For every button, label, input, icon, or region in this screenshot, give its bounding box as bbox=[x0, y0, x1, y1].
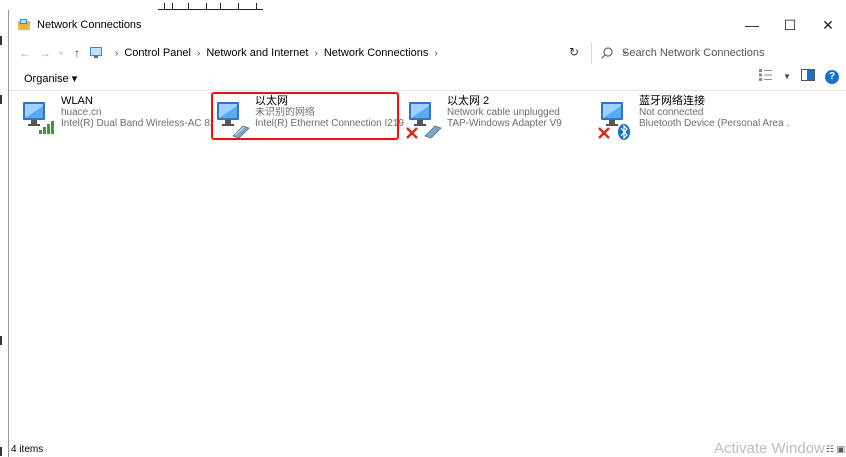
organise-menu-button[interactable]: Organise ▾ bbox=[24, 72, 77, 85]
connection-item-bluetooth[interactable]: 蓝牙网络连接 Not connected Bluetooth Device (P… bbox=[593, 96, 789, 144]
connection-network: huace.cn bbox=[61, 107, 102, 118]
navigation-bar: ← → ˅ ↑ › Control Panel › Network and In… bbox=[9, 40, 846, 66]
bluetooth-adapter-icon bbox=[598, 102, 630, 140]
help-icon[interactable]: ? bbox=[825, 69, 839, 84]
connection-network: Network cable unplugged bbox=[447, 107, 560, 118]
network-connections-window: Network Connections — ☐ ✕ ← → ˅ ↑ › Cont… bbox=[8, 10, 846, 457]
refresh-icon[interactable]: ↻ bbox=[563, 42, 585, 62]
connection-item-wlan[interactable]: WLAN huace.cn Intel(R) Dual Band Wireles… bbox=[15, 96, 211, 144]
title-bar[interactable]: Network Connections — ☐ ✕ bbox=[9, 10, 846, 40]
recent-chevron-icon[interactable]: ˅ bbox=[53, 49, 69, 58]
window-title: Network Connections bbox=[37, 19, 142, 31]
details-view-icon[interactable]: ☷ ▣ bbox=[826, 444, 845, 455]
breadcrumb-network-and-internet[interactable]: Network and Internet bbox=[206, 47, 308, 59]
wifi-adapter-icon bbox=[23, 102, 54, 134]
search-icon bbox=[601, 47, 613, 59]
ethernet-adapter-icon bbox=[217, 102, 250, 139]
background-window-fragment bbox=[0, 0, 846, 10]
connection-adapter: Intel(R) Dual Band Wireless-AC 82... bbox=[61, 118, 211, 129]
close-button[interactable]: ✕ bbox=[809, 10, 846, 40]
control-panel-icon bbox=[89, 45, 103, 62]
left-edge-mark bbox=[0, 36, 2, 45]
preview-pane-icon[interactable] bbox=[801, 69, 815, 84]
left-edge-mark bbox=[0, 447, 2, 456]
connection-item-ethernet-2[interactable]: 以太网 2 Network cable unplugged TAP-Window… bbox=[401, 96, 591, 144]
background-text-fragment bbox=[158, 0, 263, 10]
address-bar[interactable]: › Control Panel › Network and Internet ›… bbox=[89, 42, 629, 64]
breadcrumb-separator-icon: › bbox=[314, 47, 318, 59]
breadcrumb-separator-icon: › bbox=[115, 47, 119, 59]
view-dropdown-icon[interactable]: ▼ bbox=[783, 72, 791, 81]
up-arrow-icon[interactable]: ↑ bbox=[69, 46, 85, 60]
connection-network: 未识别的网络 bbox=[255, 107, 315, 118]
connection-network: Not connected bbox=[639, 107, 704, 118]
forward-arrow-icon[interactable]: → bbox=[37, 46, 53, 60]
breadcrumb-network-connections[interactable]: Network Connections bbox=[324, 47, 429, 59]
connection-item-ethernet[interactable]: 以太网 未识别的网络 Intel(R) Ethernet Connection … bbox=[209, 96, 405, 144]
ethernet-adapter-disconnected-icon bbox=[406, 102, 442, 139]
connection-name: 以太网 2 bbox=[447, 95, 490, 107]
command-bar: Organise ▾ ▼ ? bbox=[9, 66, 846, 91]
connection-name: WLAN bbox=[61, 95, 93, 107]
left-edge-mark bbox=[0, 336, 2, 345]
activate-windows-watermark: Activate Window bbox=[714, 440, 825, 457]
back-arrow-icon[interactable]: ← bbox=[17, 46, 33, 60]
connections-list: WLAN huace.cn Intel(R) Dual Band Wireles… bbox=[9, 90, 846, 430]
left-edge-mark bbox=[0, 95, 2, 104]
breadcrumb-control-panel[interactable]: Control Panel bbox=[124, 47, 191, 59]
change-view-icon[interactable] bbox=[759, 69, 773, 84]
connection-name: 以太网 bbox=[255, 95, 288, 107]
breadcrumb-separator-icon: › bbox=[197, 47, 201, 59]
connection-name: 蓝牙网络连接 bbox=[639, 95, 705, 107]
connection-adapter: Bluetooth Device (Personal Area ... bbox=[639, 118, 789, 129]
status-bar: 4 items Activate Window ☷ ▣ bbox=[9, 440, 846, 457]
maximize-button[interactable]: ☐ bbox=[771, 10, 809, 40]
breadcrumb-separator-icon[interactable]: › bbox=[434, 48, 437, 59]
connection-adapter: TAP-Windows Adapter V9 bbox=[447, 118, 562, 129]
network-folder-icon bbox=[17, 18, 31, 32]
search-placeholder: Search Network Connections bbox=[622, 47, 765, 59]
minimize-button[interactable]: — bbox=[733, 10, 771, 40]
connection-adapter: Intel(R) Ethernet Connection I219-V bbox=[255, 118, 405, 129]
search-box[interactable]: Search Network Connections bbox=[591, 42, 846, 64]
item-count: 4 items bbox=[11, 444, 44, 455]
